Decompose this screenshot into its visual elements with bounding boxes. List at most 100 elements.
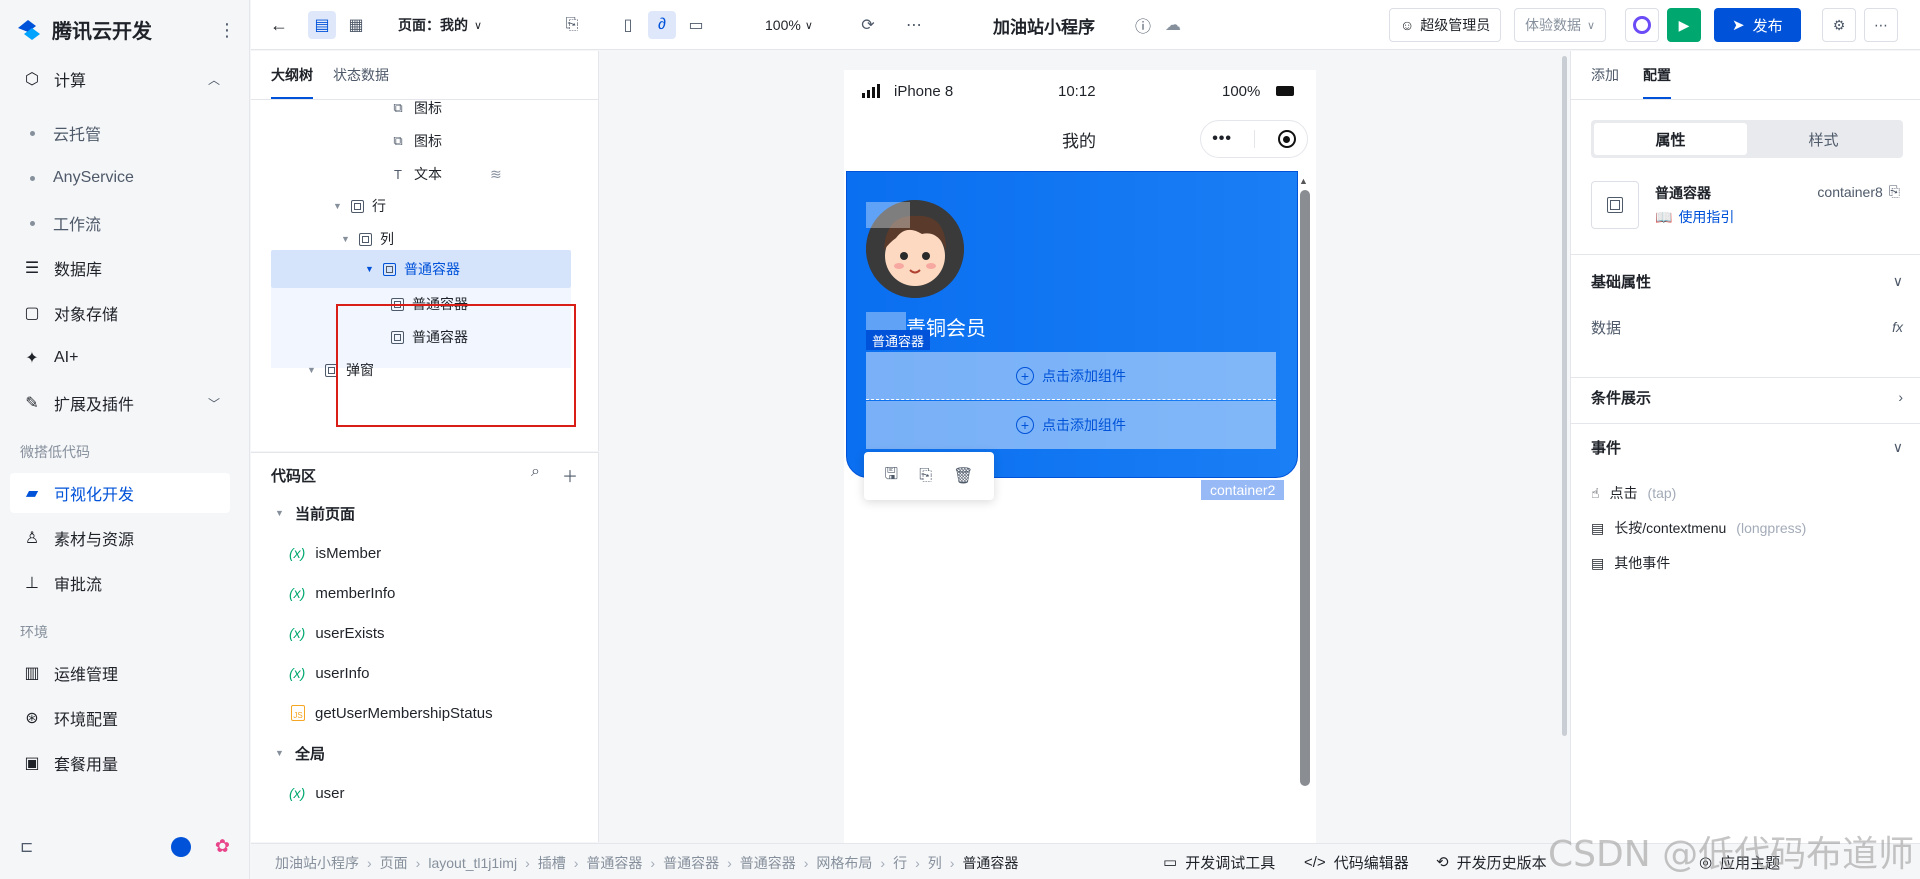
nav-item-storage[interactable]: ▢ 对象存储 (10, 293, 230, 333)
breadcrumb-item[interactable]: 普通容器 (740, 853, 796, 873)
user-avatar-icon[interactable] (170, 836, 191, 857)
section-basic-props[interactable]: 基础属性 ∨ (1591, 269, 1903, 293)
more-vertical-icon[interactable]: ⋮ (218, 20, 236, 41)
event-longpress[interactable]: ▤ 长按/contextmenu (longpress) (1591, 518, 1806, 538)
add-page-icon[interactable]: ⎘ (558, 11, 586, 39)
code-item[interactable]: (x) userInfo (289, 660, 370, 686)
ai-assistant-icon[interactable] (1625, 8, 1659, 42)
miniprogram-capsule[interactable]: ••• (1200, 120, 1308, 158)
nav-item-ai[interactable]: ✦ AI+ (10, 338, 230, 378)
cloud-sync-icon[interactable]: ☁ (1159, 11, 1187, 39)
settings-icon[interactable]: ⚙ (1822, 8, 1856, 42)
section-events[interactable]: 事件 ∨ (1591, 435, 1903, 459)
canvas-scrollbar[interactable] (1562, 56, 1567, 736)
page-selector[interactable]: 页面：我的 ∨ (398, 12, 482, 38)
nav-item-compute[interactable]: ⬡ 计算 ︿ (10, 59, 230, 99)
breadcrumb-item[interactable]: 列 (928, 853, 942, 873)
more-options-icon[interactable]: ⋯ (1864, 8, 1898, 42)
tree-node-text[interactable]: T 文本 ≋ (390, 161, 502, 187)
more-dots-icon[interactable]: ••• (1212, 130, 1232, 148)
nav-item-visual-dev[interactable]: ▰ 可视化开发 (10, 473, 230, 513)
nav-item-extensions[interactable]: ✎ 扩展及插件 ﹀ (10, 383, 230, 423)
code-item[interactable]: (x) user (289, 780, 345, 806)
breadcrumb-item[interactable]: 普通容器 (586, 853, 642, 873)
more-horizontal-icon[interactable]: ⋯ (900, 11, 928, 39)
admin-role-button[interactable]: ☺ 超级管理员 (1389, 8, 1502, 42)
refresh-icon[interactable]: ⟳ (854, 11, 882, 39)
brand[interactable]: 腾讯云开发 (14, 14, 152, 44)
chevron-down-icon[interactable]: ﹀ (208, 395, 220, 412)
caret-down-icon[interactable]: ▼ (365, 264, 375, 274)
fx-formula-icon[interactable]: fx (1892, 319, 1903, 335)
mobile-preview-icon[interactable]: ▯ (614, 11, 642, 39)
tree-node-column[interactable]: ▼ 列 (341, 226, 394, 252)
breadcrumb-item[interactable]: 普通容器 (962, 853, 1018, 873)
miniprogram-preview-icon[interactable]: ∂ (648, 11, 676, 39)
tree-node-container-selected[interactable]: ▼ 普通容器 (365, 256, 460, 282)
phone-scrollbar[interactable] (1300, 190, 1310, 786)
code-item[interactable]: (x) isMember (289, 540, 381, 566)
collapse-sidebar-icon[interactable]: ⊏ (20, 837, 33, 857)
publish-button[interactable]: ➤ 发布 (1714, 8, 1801, 42)
page-view-icon[interactable]: ▤ (308, 11, 336, 39)
info-icon[interactable]: ⓘ (1129, 11, 1157, 39)
layout-view-icon[interactable]: ▦ (342, 11, 370, 39)
code-group-current-page[interactable]: ▼ 当前页面 (275, 500, 355, 526)
settings-color-icon[interactable]: ✿ (215, 836, 230, 857)
nav-item-ops[interactable]: ▥ 运维管理 (10, 653, 230, 693)
nav-item-approval[interactable]: ⊥ 审批流 (10, 563, 230, 603)
breadcrumb-item[interactable]: 页面 (380, 853, 408, 873)
back-arrow-icon[interactable]: ← (267, 12, 291, 38)
code-editor-button[interactable]: </> 代码编辑器 (1304, 844, 1409, 879)
nav-sub-workflow[interactable]: 工作流 (30, 203, 101, 243)
delete-icon[interactable]: 🗑 (953, 466, 973, 486)
scroll-up-arrow-icon[interactable]: ▲ (1299, 176, 1308, 186)
nav-item-assets[interactable]: ♙ 素材与资源 (10, 518, 230, 558)
nav-sub-cloudrun[interactable]: 云托管 (30, 113, 101, 153)
chevron-up-icon[interactable]: ︿ (208, 71, 220, 88)
breadcrumb-item[interactable]: 普通容器 (663, 853, 719, 873)
data-mode-select[interactable]: 体验数据 ∨ (1514, 8, 1607, 42)
copy-icon[interactable]: ⎘ (1889, 183, 1900, 200)
tree-node-row[interactable]: ▼ 行 (333, 193, 386, 219)
caret-down-icon[interactable]: ▼ (341, 234, 351, 244)
add-icon[interactable]: ＋ (562, 463, 578, 487)
breadcrumb-item[interactable]: 插槽 (538, 853, 566, 873)
usage-guide-link[interactable]: 📖 使用指引 (1655, 207, 1734, 227)
dev-debug-tool-button[interactable]: ▭ 开发调试工具 (1163, 844, 1275, 879)
run-preview-button[interactable]: ▶ (1667, 8, 1701, 42)
code-item[interactable]: (x) memberInfo (289, 580, 395, 606)
nav-sub-anyservice[interactable]: AnyService (30, 158, 134, 198)
section-conditional-display[interactable]: 条件展示 › (1591, 385, 1903, 409)
code-item[interactable]: (x) userExists (289, 620, 385, 646)
desktop-preview-icon[interactable]: ▭ (682, 11, 710, 39)
tab-state-data[interactable]: 状态数据 (333, 65, 389, 99)
segment-properties[interactable]: 属性 (1594, 123, 1747, 155)
breadcrumb-item[interactable]: 行 (893, 853, 907, 873)
tree-node-icon[interactable]: ⧉ 图标 (390, 128, 442, 154)
nav-item-database[interactable]: ☰ 数据库 (10, 248, 230, 288)
tab-add[interactable]: 添加 (1591, 65, 1619, 99)
component-id[interactable]: container8 ⎘ (1817, 183, 1900, 200)
caret-down-icon[interactable]: ▼ (333, 201, 343, 211)
code-group-global[interactable]: ▼ 全局 (275, 740, 325, 766)
copy-icon[interactable]: ⎘ (919, 467, 932, 485)
close-target-icon[interactable] (1277, 130, 1296, 148)
save-icon[interactable]: 🖫 (885, 463, 899, 490)
code-item[interactable]: JS getUserMembershipStatus (291, 700, 493, 726)
nav-item-package[interactable]: ▣ 套餐用量 (10, 743, 230, 783)
event-other[interactable]: ▤ 其他事件 (1591, 553, 1670, 573)
add-component-slot[interactable]: + 点击添加组件 (866, 401, 1276, 449)
segment-style[interactable]: 样式 (1747, 123, 1900, 155)
breadcrumb-item[interactable]: 网格布局 (816, 853, 872, 873)
tab-config[interactable]: 配置 (1643, 65, 1671, 99)
breadcrumb-item[interactable]: 加油站小程序 (275, 853, 359, 873)
add-component-slot[interactable]: + 点击添加组件 (866, 352, 1276, 400)
caret-down-icon[interactable]: ▼ (307, 365, 317, 375)
event-tap[interactable]: ☝ 点击 (tap) (1591, 483, 1676, 503)
search-icon[interactable]: ⌕ (531, 463, 540, 487)
breadcrumb-item[interactable]: layout_tl1j1imj (428, 855, 517, 871)
zoom-selector[interactable]: 100% ∨ (765, 12, 813, 38)
history-version-button[interactable]: ⟲ 开发历史版本 (1436, 844, 1547, 879)
nav-item-env[interactable]: ⊛ 环境配置 (10, 698, 230, 738)
